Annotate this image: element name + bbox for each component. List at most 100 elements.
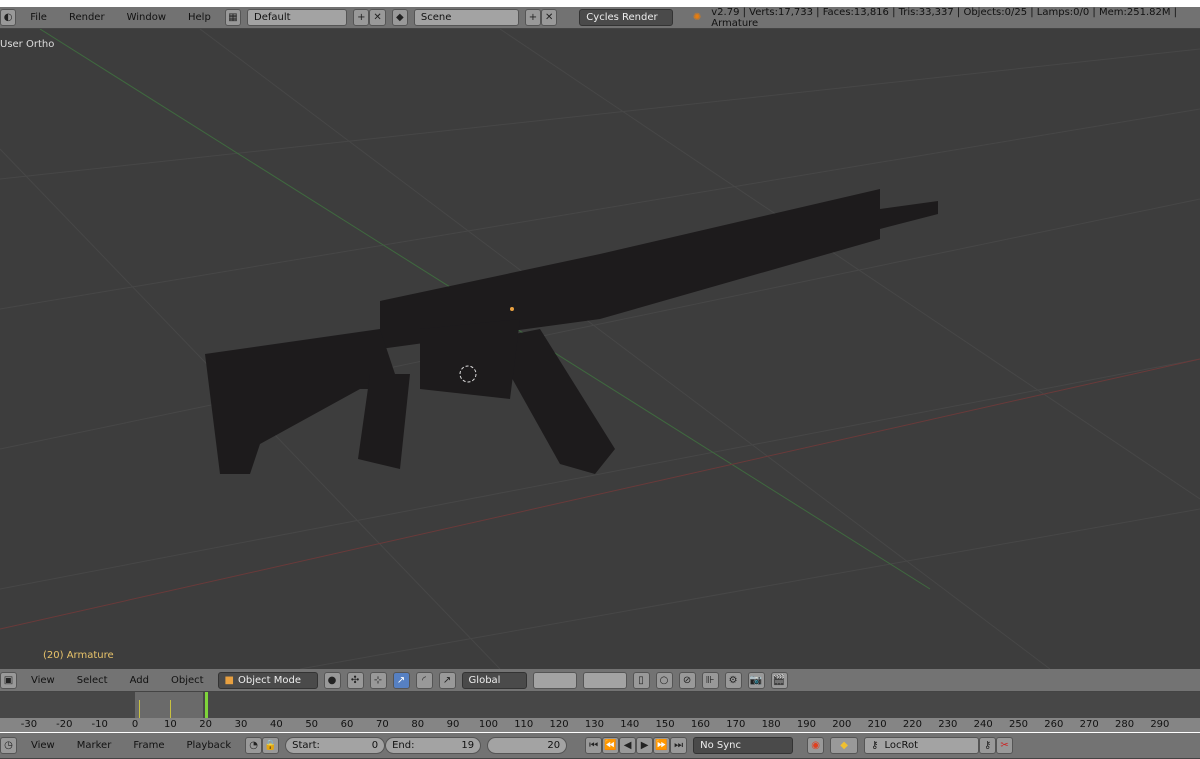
timeline-header: ◷ View Marker Frame Playback ◔ 🔒 Start: 0… bbox=[0, 733, 1200, 759]
manipulator-icon[interactable]: ⊹ bbox=[369, 671, 387, 689]
start-label: Start: bbox=[292, 740, 320, 751]
delete-keyframe-icon[interactable]: ✂ bbox=[996, 737, 1014, 754]
layout-field[interactable]: Default bbox=[247, 9, 348, 26]
render-engine-select[interactable]: Cycles Render bbox=[579, 9, 673, 26]
frame-tick: 100 bbox=[478, 719, 498, 730]
viewport-scene bbox=[0, 29, 1200, 669]
scene-icon[interactable]: ◆ bbox=[391, 9, 408, 26]
frame-tick: 190 bbox=[796, 719, 816, 730]
scene-field[interactable]: Scene bbox=[413, 9, 519, 26]
menu-window[interactable]: Window bbox=[119, 12, 174, 23]
frame-tick: 40 bbox=[269, 719, 283, 730]
frame-tick: 110 bbox=[514, 719, 534, 730]
frame-tick: -10 bbox=[91, 719, 108, 730]
frame-tick: 220 bbox=[902, 719, 923, 730]
current-frame-field[interactable]: 20 bbox=[487, 737, 568, 754]
frame-tick: 280 bbox=[1114, 719, 1135, 730]
lock-icon[interactable]: 🔒 bbox=[262, 737, 280, 754]
menu-marker[interactable]: Marker bbox=[69, 740, 120, 751]
close-layout-icon[interactable]: ✕ bbox=[369, 9, 386, 26]
snap-target-icon[interactable]: ⚙ bbox=[724, 671, 742, 689]
frame-tick: 60 bbox=[340, 719, 354, 730]
lock-layers-icon[interactable]: ▯ bbox=[632, 671, 650, 689]
frame-tick: 290 bbox=[1150, 719, 1170, 730]
keyframe-marker[interactable] bbox=[170, 700, 172, 718]
frame-tick: 200 bbox=[832, 719, 852, 730]
snap-element-icon[interactable]: ⊪ bbox=[701, 671, 719, 689]
next-keyframe-icon[interactable]: ⏩ bbox=[653, 737, 671, 754]
frame-tick: 70 bbox=[376, 719, 389, 730]
editor-type-icon[interactable]: ▣ bbox=[0, 671, 17, 689]
editor-type-icon[interactable]: ◷ bbox=[0, 737, 17, 754]
record-icon[interactable]: ◉ bbox=[807, 737, 825, 754]
menu-playback[interactable]: Playback bbox=[178, 740, 239, 751]
frame-tick: 240 bbox=[973, 719, 993, 730]
menu-view[interactable]: View bbox=[23, 740, 63, 751]
object-label: (20) Armature bbox=[43, 650, 114, 661]
scale-icon[interactable]: ↗ bbox=[438, 671, 456, 689]
frame-tick: 250 bbox=[1008, 719, 1029, 730]
grid bbox=[0, 29, 1200, 669]
frame-tick: 90 bbox=[446, 719, 460, 730]
jump-start-icon[interactable]: ⏮ bbox=[585, 737, 603, 754]
pivot-icon[interactable]: ✣ bbox=[346, 671, 364, 689]
menu-object[interactable]: Object bbox=[163, 675, 212, 686]
add-scene-icon[interactable]: + bbox=[524, 9, 542, 26]
translate-icon[interactable]: ↗ bbox=[392, 671, 410, 689]
prev-keyframe-icon[interactable]: ⏪ bbox=[602, 737, 620, 754]
start-frame-field[interactable]: Start: 0 bbox=[285, 737, 386, 754]
menu-help[interactable]: Help bbox=[180, 12, 219, 23]
keying-set-field[interactable]: ⚷ LocRot bbox=[864, 737, 980, 754]
add-layout-icon[interactable]: + bbox=[353, 9, 370, 26]
menu-select[interactable]: Select bbox=[69, 675, 116, 686]
menu-add[interactable]: Add bbox=[122, 675, 157, 686]
close-scene-icon[interactable]: ✕ bbox=[541, 9, 558, 26]
sync-select[interactable]: No Sync bbox=[693, 737, 794, 754]
preview-range-icon[interactable]: ◔ bbox=[245, 737, 263, 754]
frame-tick: 80 bbox=[411, 719, 425, 730]
x-axis-line bbox=[0, 358, 1200, 630]
frame-tick: 140 bbox=[620, 719, 640, 730]
frame-tick: 160 bbox=[690, 719, 710, 730]
menu-file[interactable]: File bbox=[22, 12, 55, 23]
keying-set-label: LocRot bbox=[884, 740, 918, 751]
layout-icon[interactable]: ▦ bbox=[224, 9, 242, 26]
menu-frame[interactable]: Frame bbox=[125, 740, 172, 751]
end-frame-field[interactable]: End: 19 bbox=[385, 737, 482, 754]
shading-icon[interactable]: ● bbox=[323, 671, 341, 689]
snap-icon[interactable]: ⊘ bbox=[678, 671, 696, 689]
play-icon[interactable]: ▶ bbox=[636, 737, 654, 754]
insert-keyframe-icon[interactable]: ⚷ bbox=[979, 737, 997, 754]
frame-ruler[interactable]: -30 -20 -10 0 10 20 30 40 50 60 70 80 90 100 110 120 130… bbox=[0, 718, 1200, 732]
frame-tick: 270 bbox=[1079, 719, 1099, 730]
current-frame-indicator[interactable] bbox=[204, 692, 208, 718]
keyframe-marker[interactable] bbox=[138, 700, 140, 718]
menu-view[interactable]: View bbox=[23, 675, 63, 686]
frame-tick: 150 bbox=[655, 719, 675, 730]
proportional-icon[interactable]: ○ bbox=[655, 671, 673, 689]
frame-tick: 170 bbox=[726, 719, 746, 730]
info-header: ◐ File Render Window Help ▦ Default + ✕ … bbox=[0, 7, 1200, 29]
rotate-icon[interactable]: ◜ bbox=[415, 671, 433, 689]
play-reverse-icon[interactable]: ◀ bbox=[619, 737, 637, 754]
layers-grid-2[interactable] bbox=[582, 671, 627, 689]
timeline-area[interactable] bbox=[0, 692, 1200, 718]
menu-render[interactable]: Render bbox=[61, 12, 113, 23]
frame-tick: 210 bbox=[867, 719, 887, 730]
start-value: 0 bbox=[371, 740, 379, 751]
jump-end-icon[interactable]: ⏭ bbox=[670, 737, 688, 754]
orientation-select[interactable]: Global bbox=[461, 671, 527, 689]
animation-icon[interactable]: 🎬 bbox=[770, 671, 788, 689]
layers-grid-1[interactable] bbox=[532, 671, 577, 689]
render-icon[interactable]: 📷 bbox=[747, 671, 765, 689]
frame-tick: 50 bbox=[305, 719, 319, 730]
frame-tick: 230 bbox=[938, 719, 958, 730]
mode-select[interactable]: ■ Object Mode bbox=[217, 671, 318, 689]
mode-label: Object Mode bbox=[238, 674, 301, 686]
blender-logo-icon: ✺ bbox=[692, 12, 702, 23]
cube-icon: ■ bbox=[224, 674, 234, 686]
3d-viewport[interactable]: User Ortho (20) Armature bbox=[0, 29, 1200, 669]
keyframe-type-icon[interactable]: ◆ bbox=[830, 737, 859, 754]
frame-tick: 0 bbox=[131, 719, 139, 730]
editor-type-icon[interactable]: ◐ bbox=[0, 9, 17, 26]
